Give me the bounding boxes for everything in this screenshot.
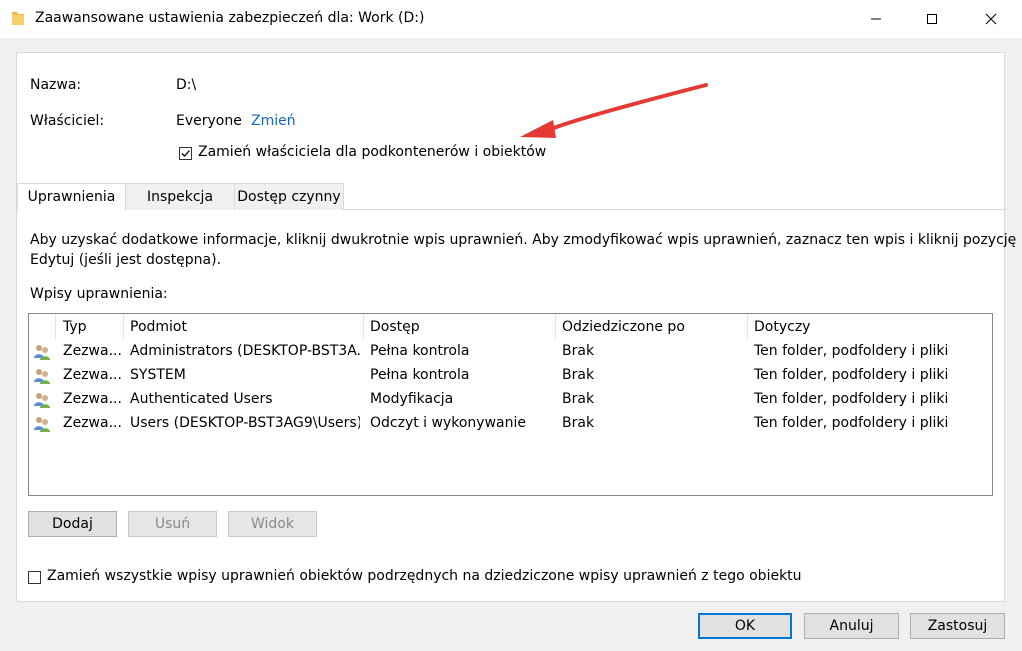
maximize-icon [927, 14, 937, 24]
user-group-icon [34, 417, 50, 432]
cell-type: Zezwa... [63, 391, 122, 407]
cell-inherited: Brak [562, 391, 595, 407]
replace-owner-checkbox[interactable] [179, 147, 192, 160]
cell-principal: SYSTEM [130, 367, 186, 383]
cancel-button-label: Anuluj [829, 618, 874, 634]
remove-button[interactable]: Usuń [128, 511, 217, 537]
table-row[interactable]: Zezwa... Users (DESKTOP-BST3AG9\Users) O… [29, 412, 992, 436]
help-text-line2: Edytuj (jeśli jest dostępna). [30, 252, 222, 268]
cell-inherited: Brak [562, 415, 595, 431]
cell-applies: Ten folder, podfoldery i pliki [754, 391, 949, 407]
table-row[interactable]: Zezwa... Authenticated Users Modyfikacja… [29, 388, 992, 412]
cell-principal: Users (DESKTOP-BST3AG9\Users) [130, 415, 360, 431]
cell-applies: Ten folder, podfoldery i pliki [754, 415, 949, 431]
cell-inherited: Brak [562, 343, 595, 359]
table-row[interactable]: Zezwa... SYSTEM Pełna kontrola Brak Ten … [29, 364, 992, 388]
column-header-applies[interactable]: Dotyczy [754, 319, 810, 335]
name-label: Nazwa: [30, 77, 82, 93]
column-header-access[interactable]: Dostęp [370, 319, 420, 335]
replace-all-checkbox[interactable] [28, 571, 41, 584]
owner-label: Właściciel: [30, 113, 105, 129]
user-group-icon [34, 345, 50, 360]
cell-access: Pełna kontrola [370, 367, 470, 383]
close-button[interactable] [968, 0, 1014, 38]
help-text-line1: Aby uzyskać dodatkowe informacje, klikni… [30, 232, 1017, 248]
folder-icon [12, 12, 24, 25]
change-owner-link[interactable]: Zmień [251, 113, 296, 129]
apply-button[interactable]: Zastosuj [910, 613, 1005, 639]
cell-applies: Ten folder, podfoldery i pliki [754, 343, 949, 359]
tab-inspekcja[interactable]: Inspekcja [125, 183, 235, 210]
cell-applies: Ten folder, podfoldery i pliki [754, 367, 949, 383]
minimize-button[interactable] [853, 0, 899, 38]
cell-type: Zezwa... [63, 343, 122, 359]
apply-button-label: Zastosuj [927, 618, 988, 634]
view-button-label: Widok [251, 516, 294, 532]
tab-dostep-czynny[interactable]: Dostęp czynny [234, 183, 344, 210]
tab-label: Dostęp czynny [237, 189, 341, 205]
cell-type: Zezwa... [63, 367, 122, 383]
entries-label: Wpisy uprawnienia: [30, 286, 168, 302]
close-icon [985, 13, 997, 25]
table-row[interactable]: Zezwa... Administrators (DESKTOP-BST3A..… [29, 340, 992, 364]
cell-type: Zezwa... [63, 415, 122, 431]
tab-label: Uprawnienia [27, 189, 116, 205]
column-header-principal[interactable]: Podmiot [130, 319, 187, 335]
name-value: D:\ [176, 77, 197, 93]
content-panel: Nazwa: D:\ Właściciel: Everyone Zmień Za… [16, 52, 1016, 602]
ok-button[interactable]: OK [698, 613, 792, 639]
cell-principal: Administrators (DESKTOP-BST3A... [130, 343, 360, 359]
replace-all-label[interactable]: Zamień wszystkie wpisy uprawnień obiektó… [47, 568, 802, 584]
ok-button-label: OK [734, 618, 756, 634]
window-title: Zaawansowane ustawienia zabezpieczeń dla… [35, 10, 425, 26]
cell-access: Odczyt i wykonywanie [370, 415, 526, 431]
cell-access: Pełna kontrola [370, 343, 470, 359]
remove-button-label: Usuń [154, 516, 191, 532]
checkmark-icon [181, 150, 190, 157]
minimize-icon [871, 18, 881, 20]
replace-owner-label[interactable]: Zamień właściciela dla podkontenerów i o… [198, 144, 546, 160]
tab-uprawnienia[interactable]: Uprawnienia [17, 183, 126, 211]
column-header-type[interactable]: Typ [63, 319, 87, 335]
view-button[interactable]: Widok [228, 511, 317, 537]
title-bar: Zaawansowane ustawienia zabezpieczeń dla… [0, 0, 1022, 38]
cell-access: Modyfikacja [370, 391, 454, 407]
cancel-button[interactable]: Anuluj [804, 613, 899, 639]
user-group-icon [34, 369, 50, 384]
cell-inherited: Brak [562, 367, 595, 383]
user-group-icon [34, 393, 50, 408]
owner-value: Everyone [176, 113, 242, 129]
tab-label: Inspekcja [146, 189, 214, 205]
add-button[interactable]: Dodaj [28, 511, 117, 537]
permissions-list[interactable]: Typ Podmiot Dostęp Odziedziczone po Doty… [28, 313, 993, 496]
column-header-inherited[interactable]: Odziedziczone po [562, 319, 685, 335]
add-button-label: Dodaj [52, 516, 93, 532]
cell-principal: Authenticated Users [130, 391, 273, 407]
maximize-button[interactable] [909, 0, 955, 38]
